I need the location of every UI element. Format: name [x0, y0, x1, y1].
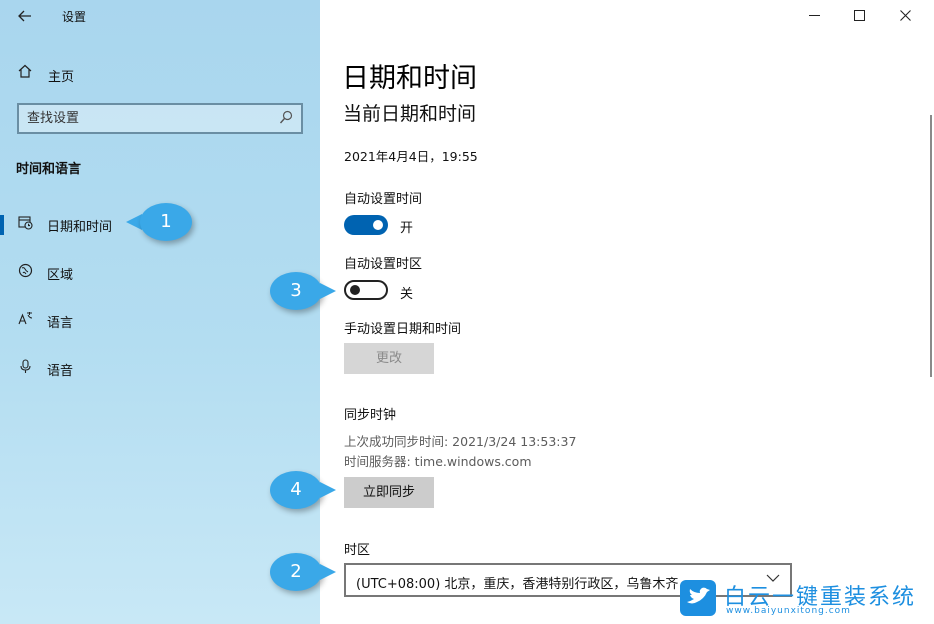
- manual-datetime-label: 手动设置日期和时间: [344, 322, 462, 337]
- bird-logo-icon: [680, 580, 716, 616]
- callout-pointer: [320, 482, 336, 498]
- auto-timezone-label: 自动设置时区: [344, 257, 423, 272]
- minimize-icon: [808, 15, 820, 16]
- scrollbar[interactable]: [930, 115, 932, 377]
- sidebar-item-label: 日期和时间: [47, 220, 113, 235]
- callout-number: 1: [140, 203, 192, 241]
- minimize-button[interactable]: [799, 6, 829, 28]
- last-sync-text: 上次成功同步时间: 2021/3/24 13:53:37: [344, 434, 577, 449]
- titlebar-left: 设置: [0, 0, 320, 34]
- sidebar-item-label: 语音: [47, 364, 74, 379]
- back-arrow-icon: [18, 10, 31, 22]
- language-icon: [17, 311, 33, 327]
- search-box[interactable]: [17, 103, 303, 134]
- time-server-text: 时间服务器: time.windows.com: [344, 454, 532, 469]
- sidebar: 设置 主页 时间和语言 日期和时间 区域 语言: [0, 0, 320, 624]
- auto-time-toggle[interactable]: [344, 215, 388, 235]
- callout-pointer: [320, 283, 336, 299]
- callout-number: 3: [270, 272, 322, 310]
- sidebar-item-speech[interactable]: 语音: [0, 350, 320, 386]
- auto-time-label: 自动设置时间: [344, 192, 423, 207]
- callout-pointer: [320, 564, 336, 580]
- sidebar-home[interactable]: 主页: [0, 60, 320, 88]
- main-panel: 日期和时间 当前日期和时间 2021年4月4日，19:55 自动设置时间 开 自…: [320, 0, 934, 624]
- section-subtitle: 当前日期和时间: [343, 103, 477, 125]
- selected-indicator: [0, 215, 4, 235]
- toggle-knob: [350, 285, 360, 295]
- timezone-value: (UTC+08:00) 北京，重庆，香港特别行政区，乌鲁木齐: [356, 577, 679, 592]
- sidebar-home-label: 主页: [48, 70, 75, 85]
- callout-number: 4: [270, 471, 322, 509]
- callout-1: 1: [126, 203, 196, 241]
- auto-timezone-toggle[interactable]: [344, 280, 388, 300]
- calendar-clock-icon: [17, 215, 33, 231]
- callout-2: 2: [270, 553, 340, 591]
- auto-timezone-state: 关: [400, 287, 414, 302]
- close-button[interactable]: [890, 6, 920, 28]
- app-title: 设置: [62, 10, 87, 24]
- auto-time-state: 开: [400, 221, 414, 236]
- home-icon: [18, 64, 34, 80]
- maximize-icon: [853, 10, 865, 21]
- callout-number: 2: [270, 553, 322, 591]
- sidebar-section-title: 时间和语言: [16, 162, 82, 177]
- search-input[interactable]: [27, 110, 267, 127]
- microphone-icon: [17, 359, 33, 375]
- search-icon[interactable]: [279, 110, 293, 126]
- globe-icon: [17, 263, 33, 279]
- sync-now-button[interactable]: 立即同步: [344, 477, 434, 508]
- change-button[interactable]: 更改: [344, 343, 434, 374]
- callout-3: 3: [270, 272, 340, 310]
- sync-clock-title: 同步时钟: [344, 408, 397, 423]
- back-button[interactable]: [14, 7, 36, 27]
- watermark-url: www.baiyunxitong.com: [726, 606, 851, 616]
- callout-4: 4: [270, 471, 340, 509]
- sidebar-item-label: 区域: [47, 268, 74, 283]
- sidebar-item-label: 语言: [47, 316, 74, 331]
- maximize-button[interactable]: [844, 6, 874, 28]
- window-controls: [794, 0, 934, 34]
- current-datetime: 2021年4月4日，19:55: [344, 149, 478, 164]
- close-icon: [899, 10, 911, 21]
- timezone-label: 时区: [344, 543, 371, 558]
- watermark: 白云一键重装系统 www.baiyunxitong.com: [680, 580, 930, 620]
- page-title: 日期和时间: [342, 63, 477, 94]
- toggle-knob: [373, 220, 383, 230]
